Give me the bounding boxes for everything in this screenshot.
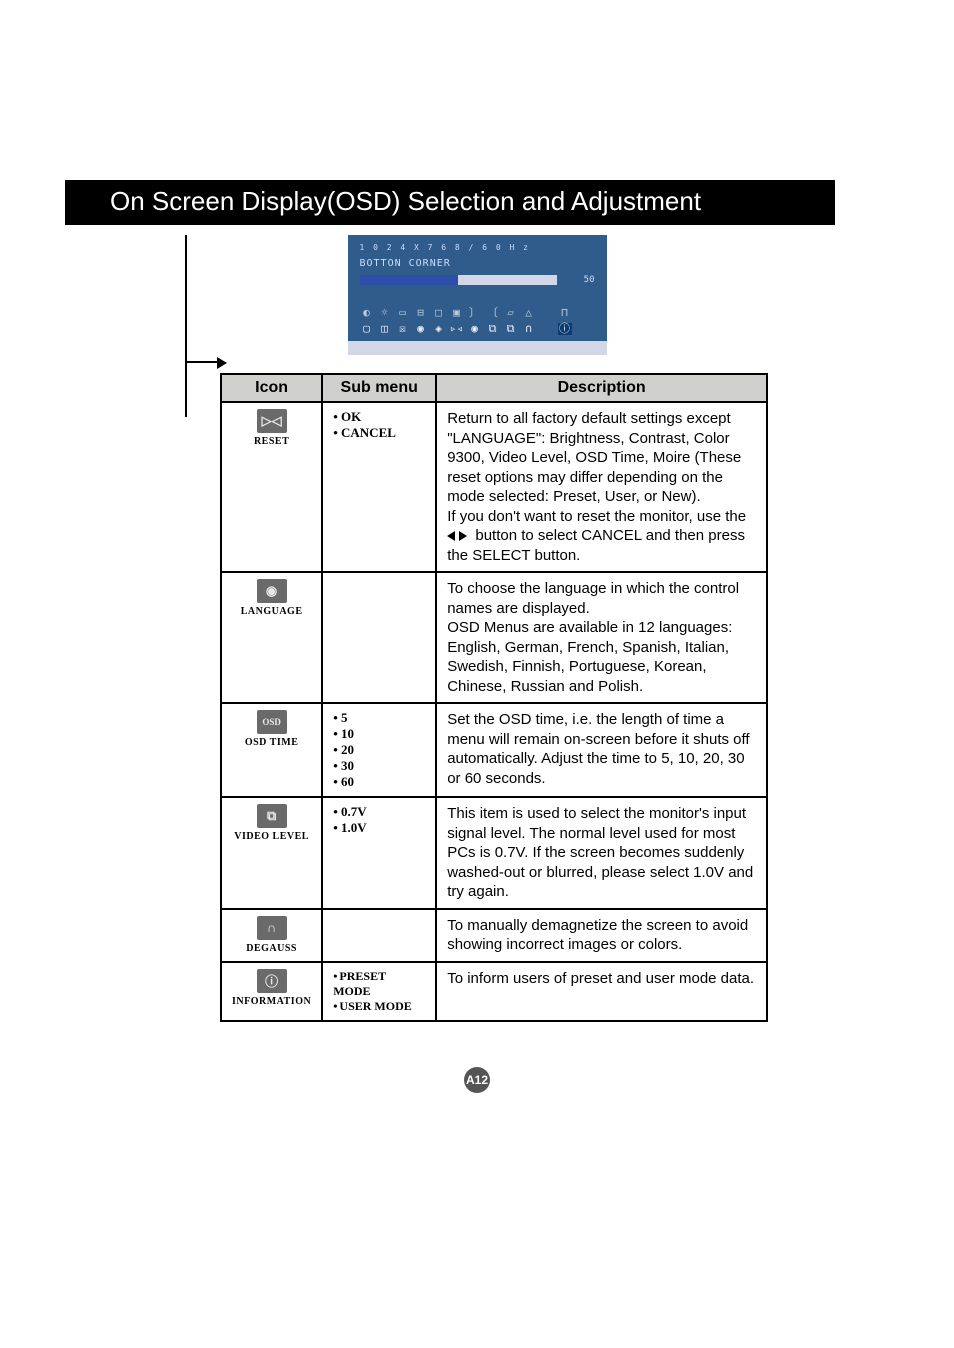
submenu-item: 0.7V bbox=[333, 804, 425, 820]
description-cell: To inform users of preset and user mode … bbox=[436, 962, 767, 1021]
icon-caption: VIDEO LEVEL bbox=[232, 831, 311, 842]
degauss-icon: ∩ bbox=[257, 916, 287, 940]
icon-cell: ∩ DEGAUSS bbox=[221, 909, 322, 962]
left-arrow-icon bbox=[447, 531, 455, 541]
icon-cell: ◉ LANGUAGE bbox=[221, 572, 322, 703]
icon-cell: OSD OSD TIME bbox=[221, 703, 322, 797]
icon-cell: ⓘ INFORMATION bbox=[221, 962, 322, 1021]
language-icon: ◉ bbox=[257, 579, 287, 603]
pointer-line bbox=[185, 235, 187, 417]
col-header-sub: Sub menu bbox=[322, 374, 436, 402]
osdtime-icon: OSD bbox=[257, 710, 287, 734]
osd-current-setting: BOTTON CORNER bbox=[360, 258, 595, 269]
submenu-cell: 510203060 bbox=[322, 703, 436, 797]
description-cell: This item is used to select the monitor'… bbox=[436, 797, 767, 909]
page-number-wrap: A12 bbox=[0, 1067, 954, 1093]
description-cell: Set the OSD time, i.e. the length of tim… bbox=[436, 703, 767, 797]
submenu-cell: PRESET MODEUSER MODE bbox=[322, 962, 436, 1021]
submenu-item: 5 bbox=[333, 710, 425, 726]
icon-cell: ⧉ VIDEO LEVEL bbox=[221, 797, 322, 909]
icon-caption: DEGAUSS bbox=[232, 943, 311, 954]
submenu-item: USER MODE bbox=[333, 999, 425, 1014]
submenu-cell: OKCANCEL bbox=[322, 402, 436, 572]
submenu-item: 1.0V bbox=[333, 820, 425, 836]
osd-slider bbox=[360, 275, 557, 285]
table-row: ∩ DEGAUSS To manually demagnetize the scre… bbox=[221, 909, 767, 962]
submenu-item: OK bbox=[333, 409, 425, 425]
col-header-desc: Description bbox=[436, 374, 767, 402]
table-row: ▷◁RESETOKCANCELReturn to all factory def… bbox=[221, 402, 767, 572]
description-cell: To choose the language in which the cont… bbox=[436, 572, 767, 703]
submenu-item: PRESET MODE bbox=[333, 969, 425, 999]
submenu-item: 30 bbox=[333, 758, 425, 774]
information-icon: ⓘ bbox=[257, 969, 287, 993]
icon-caption: LANGUAGE bbox=[232, 606, 311, 617]
table-row: ⓘINFORMATIONPRESET MODEUSER MODETo infor… bbox=[221, 962, 767, 1021]
settings-table: Icon Sub menu Description ▷◁ RESET OKCANCE… bbox=[220, 373, 768, 1022]
table-row: OSDOSD TIME510203060Set the OSD time, i.… bbox=[221, 703, 767, 797]
submenu-item: 20 bbox=[333, 742, 425, 758]
osd-icon-row-2: ▢◫☒◉◈▹◃◉⧉⧉∩ⓘ bbox=[360, 323, 595, 335]
osd-slider-value: 50 bbox=[565, 275, 595, 285]
submenu-item: 10 bbox=[333, 726, 425, 742]
icon-caption: OSD TIME bbox=[232, 737, 311, 748]
right-arrow-icon bbox=[459, 531, 467, 541]
col-header-icon: Icon bbox=[221, 374, 322, 402]
submenu-item: CANCEL bbox=[333, 425, 425, 441]
table-row: ◉ LANGUAGE To choose the language in which… bbox=[221, 572, 767, 703]
page-number: A12 bbox=[464, 1067, 490, 1093]
submenu-cell: 0.7V1.0V bbox=[322, 797, 436, 909]
table-row: ⧉VIDEO LEVEL0.7V1.0VThis item is used to… bbox=[221, 797, 767, 909]
description-cell: To manually demagnetize the screen to av… bbox=[436, 909, 767, 962]
submenu-cell bbox=[322, 909, 436, 962]
osd-icon-row-1: ◐☼▭⊟□▣〕〔▱△⊓ bbox=[360, 307, 595, 319]
description-cell: Return to all factory default settings e… bbox=[436, 402, 767, 572]
icon-caption: RESET bbox=[232, 436, 311, 447]
videolevel-icon: ⧉ bbox=[257, 804, 287, 828]
reset-icon: ▷◁ bbox=[257, 409, 287, 433]
submenu-item: 60 bbox=[333, 774, 425, 790]
osd-resolution: 1 0 2 4 X 7 6 8 / 6 0 H z bbox=[360, 243, 595, 252]
submenu-cell bbox=[322, 572, 436, 703]
icon-caption: INFORMATION bbox=[232, 996, 311, 1007]
page-title: On Screen Display(OSD) Selection and Adj… bbox=[65, 180, 835, 225]
icon-cell: ▷◁ RESET bbox=[221, 402, 322, 572]
osd-screenshot: 1 0 2 4 X 7 6 8 / 6 0 H z BOTTON CORNER … bbox=[110, 235, 844, 355]
